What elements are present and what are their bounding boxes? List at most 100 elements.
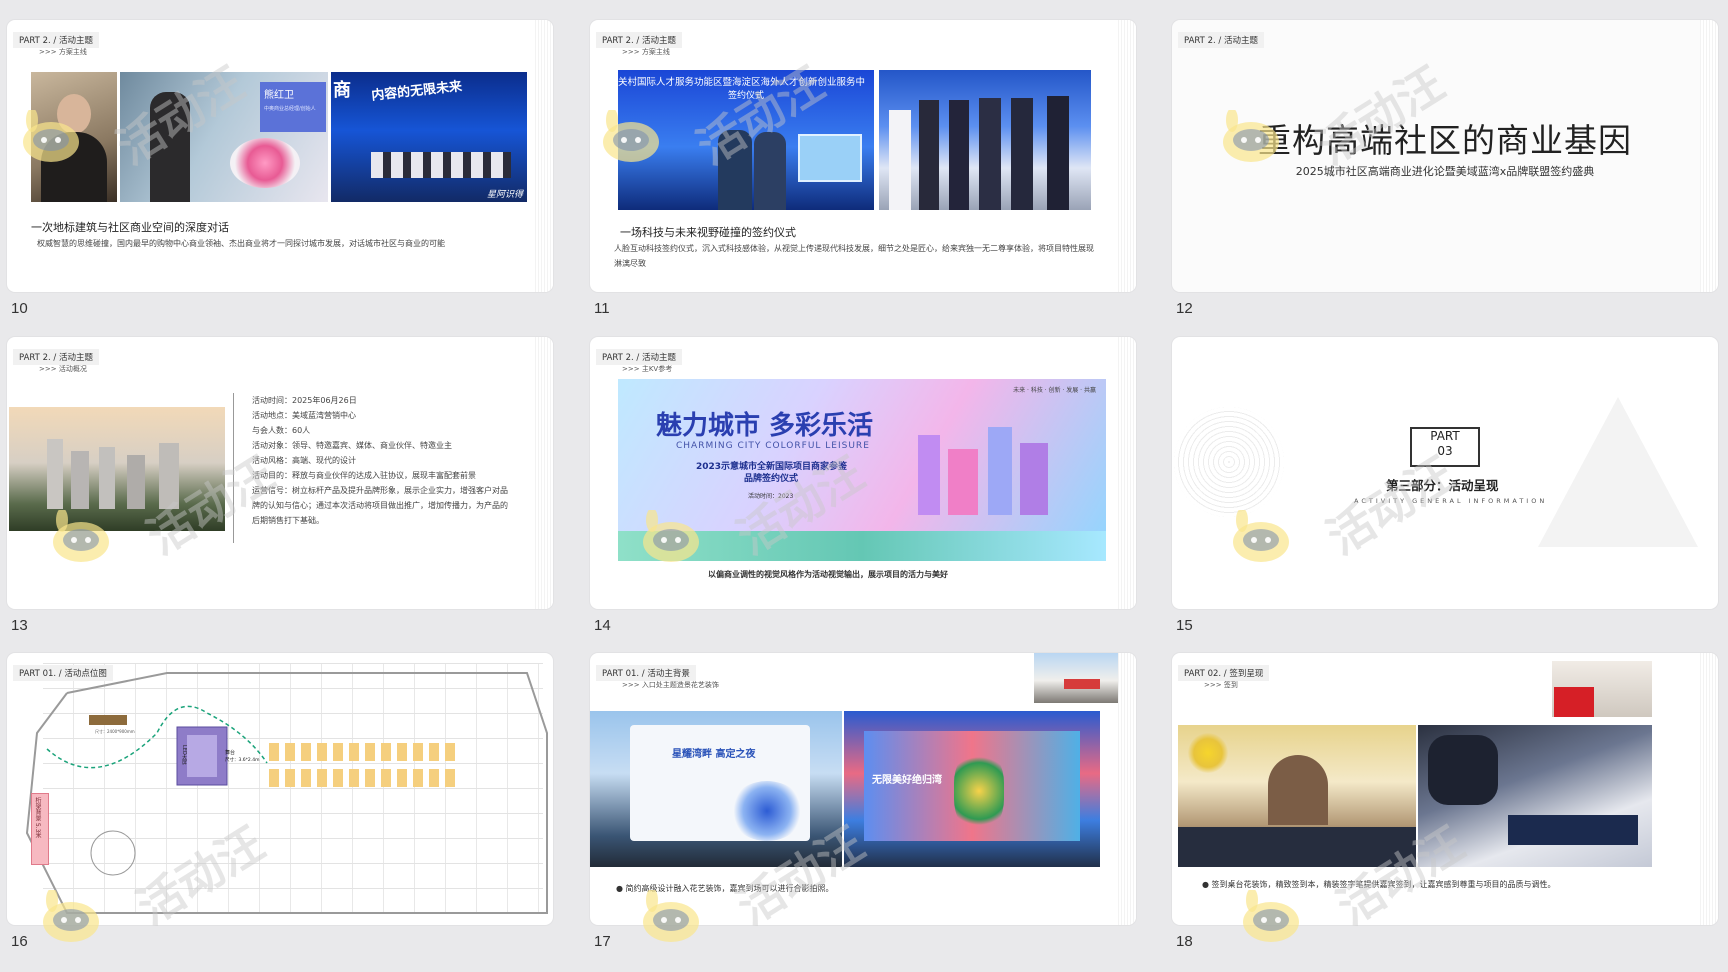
kv-title: 魅力城市 多彩乐活 [656,411,874,441]
slide-thumbnail-11[interactable]: PART 2. / 活动主题 >>> 方案主线 关村国际人才服务功能区暨海淀区海… [590,20,1136,317]
slide-number: 13 [11,617,28,634]
backdrop-title-1: 星耀湾畔 高定之夜 [672,749,756,760]
photo-text-banner-1: 商 [333,80,351,101]
label-desk-size: 尺寸：2400*900mm [95,729,135,734]
slide-thumbnail-18[interactable]: PART 02. / 签到呈现 >>> 签到 ● 签到桌台花装饰，精致签到本，精… [1172,653,1718,950]
decorative-stripes [1118,653,1136,925]
label-stage: 舞台 [225,750,236,756]
part-tag: PART 2. / 活动主题 [13,349,99,365]
section-title: 第三部分：活动呈现 [1386,478,1499,493]
slide-thumbnail-12[interactable]: PART 2. / 活动主题 重构高端社区的商业基因 2025城市社区高端商业进… [1172,20,1718,317]
section-tag: >>> 方案主线 [39,48,87,56]
decorative-stripes [535,337,553,609]
detail-audience: 活动对象：领导、特邀嘉宾、媒体、商业伙伴、特邀业主 [252,441,452,450]
slide-body-text: 权威智慧的思维碰撞，国内最早的购物中心商业领袖、杰出商业将才一同探讨城市发展，对… [37,239,445,248]
speaker-photo-2: 熊红卫 中奥商业总经理/创始人 [120,72,328,202]
slide-thumbnail-14[interactable]: PART 2. / 活动主题 >>> 主KV参考 魅力城市 多彩乐活 CHARM… [590,337,1136,634]
backdrop-photo-1: 星耀湾畔 高定之夜 [590,711,842,867]
venue-thumbnail-photo [1034,653,1122,703]
section-tag: >>> 方案主线 [622,48,670,56]
slide-number: 10 [11,300,28,317]
part-tag: PART 2. / 活动主题 [13,32,99,48]
decorative-stripes [535,20,553,292]
photo-banner-subtitle: 签约仪式 [728,91,765,101]
slide-canvas: PART 2. / 活动主题 >>> 活动概况 活动时间：2025年06月26日… [7,337,553,609]
part-tag: PART 02. / 签到呈现 [1178,665,1270,681]
slide-title: 重构高端社区的商业基因 [1258,121,1632,160]
photo-banner-text: 关村国际人才服务功能区暨海淀区海外人才创新创业服务中 [618,77,866,88]
slide-body-text: 人脸互动科技签约仪式，沉入式科技感体验，从视觉上传递现代科技发展，细节之处是匠心… [614,244,1094,268]
slide-number: 15 [1176,617,1193,634]
slide-canvas: PART 01. / 活动点位图 LED大屏 舞台 尺寸：3.6*2.4m 桁架… [7,653,553,925]
slide-thumbnail-17[interactable]: PART 01. / 活动主背景 >>> 入口处主题造景花艺装饰 星耀湾畔 高定… [590,653,1136,950]
slide-caption: 一场科技与未来视野碰撞的签约仪式 [620,226,796,239]
kv-small-text: 活动时间：2023 [748,493,794,500]
slide-canvas: PART 2. / 活动主题 重构高端社区的商业基因 2025城市社区高端商业进… [1172,20,1718,292]
slide-number: 11 [594,300,610,317]
slide-number: 16 [11,933,28,950]
photo-text-banner-2: 内容的无限未来 [370,79,463,104]
detail-attendees: 与会人数：60人 [252,426,311,435]
divider-line [233,393,234,543]
backdrop-photo-2: 无限美好绝归湾 [844,711,1100,867]
detail-time: 活动时间：2025年06月26日 [252,396,357,405]
slide-number: 18 [1176,933,1193,950]
panel-photo: 商 内容的无限未来 星阿识得 [331,72,527,202]
slide-canvas: PART 03 第三部分：活动呈现 ACTIVITY GENERAL INFOR… [1172,337,1718,609]
part-tag: PART 2. / 活动主题 [1178,32,1264,48]
label-led: LED大屏 [181,745,187,765]
part-tag: PART 01. / 活动主背景 [596,665,696,681]
slide-caption: 一次地标建筑与社区商业空间的深度对话 [31,221,229,234]
detail-location: 活动地点：美域蓝湾营销中心 [252,411,356,420]
section-subtitle: ACTIVITY GENERAL INFORMATION [1354,497,1548,505]
slide-thumbnail-10[interactable]: PART 2. / 活动主题 >>> 方案主线 熊红卫 中奥商业总经理/创始人 … [7,20,553,317]
part-badge: PART 03 [1410,427,1480,467]
signing-guest-photo-1 [1178,725,1416,867]
sign-in-desk [89,715,127,725]
decorative-stripes [1118,20,1136,292]
speaker-photo-1 [31,72,117,202]
label-stage-size: 尺寸：3.6*2.4m [225,758,260,763]
slide-bullet: ● 简约高级设计融入花艺装饰，嘉宾到场可以进行合影拍照。 [616,884,834,893]
slide-canvas: PART 2. / 活动主题 >>> 主KV参考 魅力城市 多彩乐活 CHARM… [590,337,1136,609]
photo-text-role: 中奥商业总经理/创始人 [264,106,316,112]
detail-purpose: 活动目的：释放与商业伙伴的达成入驻协议，展现丰富配套前景 [252,471,476,480]
kv-tags: 未来 · 科技 · 创新 · 发展 · 共赢 [1013,387,1096,394]
slide-grid: PART 2. / 活动主题 >>> 方案主线 熊红卫 中奥商业总经理/创始人 … [0,0,1728,972]
decorative-stripes [1700,653,1718,925]
slide-canvas: PART 2. / 活动主题 >>> 方案主线 关村国际人才服务功能区暨海淀区海… [590,20,1136,292]
part-tag: PART 2. / 活动主题 [596,349,682,365]
slide-subtitle: 2025城市社区高端商业进化论暨美域蓝湾x品牌联盟签约盛典 [1295,165,1595,178]
decorative-stripes [1700,20,1718,292]
signing-photo: 关村国际人才服务功能区暨海淀区海外人才创新创业服务中 签约仪式 [618,70,874,210]
slide-canvas: PART 01. / 活动主背景 >>> 入口处主题造景花艺装饰 星耀湾畔 高定… [590,653,1136,925]
seating-area [269,743,459,793]
slide-bullet: ● 签到桌台花装饰，精致签到本，精装签字笔提供嘉宾签到，让嘉宾感到尊重与项目的品… [1202,880,1556,889]
slide-canvas: PART 2. / 活动主题 >>> 方案主线 熊红卫 中奥商业总经理/创始人 … [7,20,553,292]
slide-thumbnail-13[interactable]: PART 2. / 活动主题 >>> 活动概况 活动时间：2025年06月26日… [7,337,553,634]
backdrop-title-2: 无限美好绝归湾 [872,775,942,786]
decorative-triangle [1538,397,1698,547]
bullet-text: 简约高级设计融入花艺装饰，嘉宾到场可以进行合影拍照。 [625,884,834,893]
kv-subtitle-2: 品牌签约仪式 [744,474,799,484]
slide-thumbnail-15[interactable]: PART 03 第三部分：活动呈现 ACTIVITY GENERAL INFOR… [1172,337,1718,634]
detail-style: 活动风格：高端、现代的设计 [252,456,356,465]
decorative-circles [1174,407,1284,517]
part-badge-number: 03 [1437,444,1453,458]
detail-signal-2: 牌的认知与信心；通过本次活动将项目做出推广，增加传播力，为产品的 [252,501,508,510]
slide-number: 17 [594,933,611,950]
part-badge-label: PART [1430,429,1460,443]
section-tag: >>> 活动概况 [39,365,87,373]
kv-english-title: CHARMING CITY COLORFUL LEISURE [676,441,870,451]
key-visual-image: 魅力城市 多彩乐活 CHARMING CITY COLORFUL LEISURE… [618,379,1106,561]
photo-text-logo: 星阿识得 [486,190,523,200]
detail-signal-3: 后期销售打下基础。 [252,516,324,525]
signing-guest-photo-2 [1418,725,1652,867]
signin-thumbnail-photo [1552,661,1652,717]
bullet-text: 签到桌台花装饰，精致签到本，精装签字笔提供嘉宾签到，让嘉宾感到尊重与项目的品质与… [1211,880,1556,889]
slide-thumbnail-16[interactable]: PART 01. / 活动点位图 LED大屏 舞台 尺寸：3.6*2.4m 桁架… [7,653,553,950]
detail-signal-1: 运营信号：树立标杆产品及提升品牌形象，展示企业实力，增强客户对品 [252,486,508,495]
part-tag: PART 2. / 活动主题 [596,32,682,48]
ceremony-photo [879,70,1091,210]
slide-number: 14 [594,617,611,634]
